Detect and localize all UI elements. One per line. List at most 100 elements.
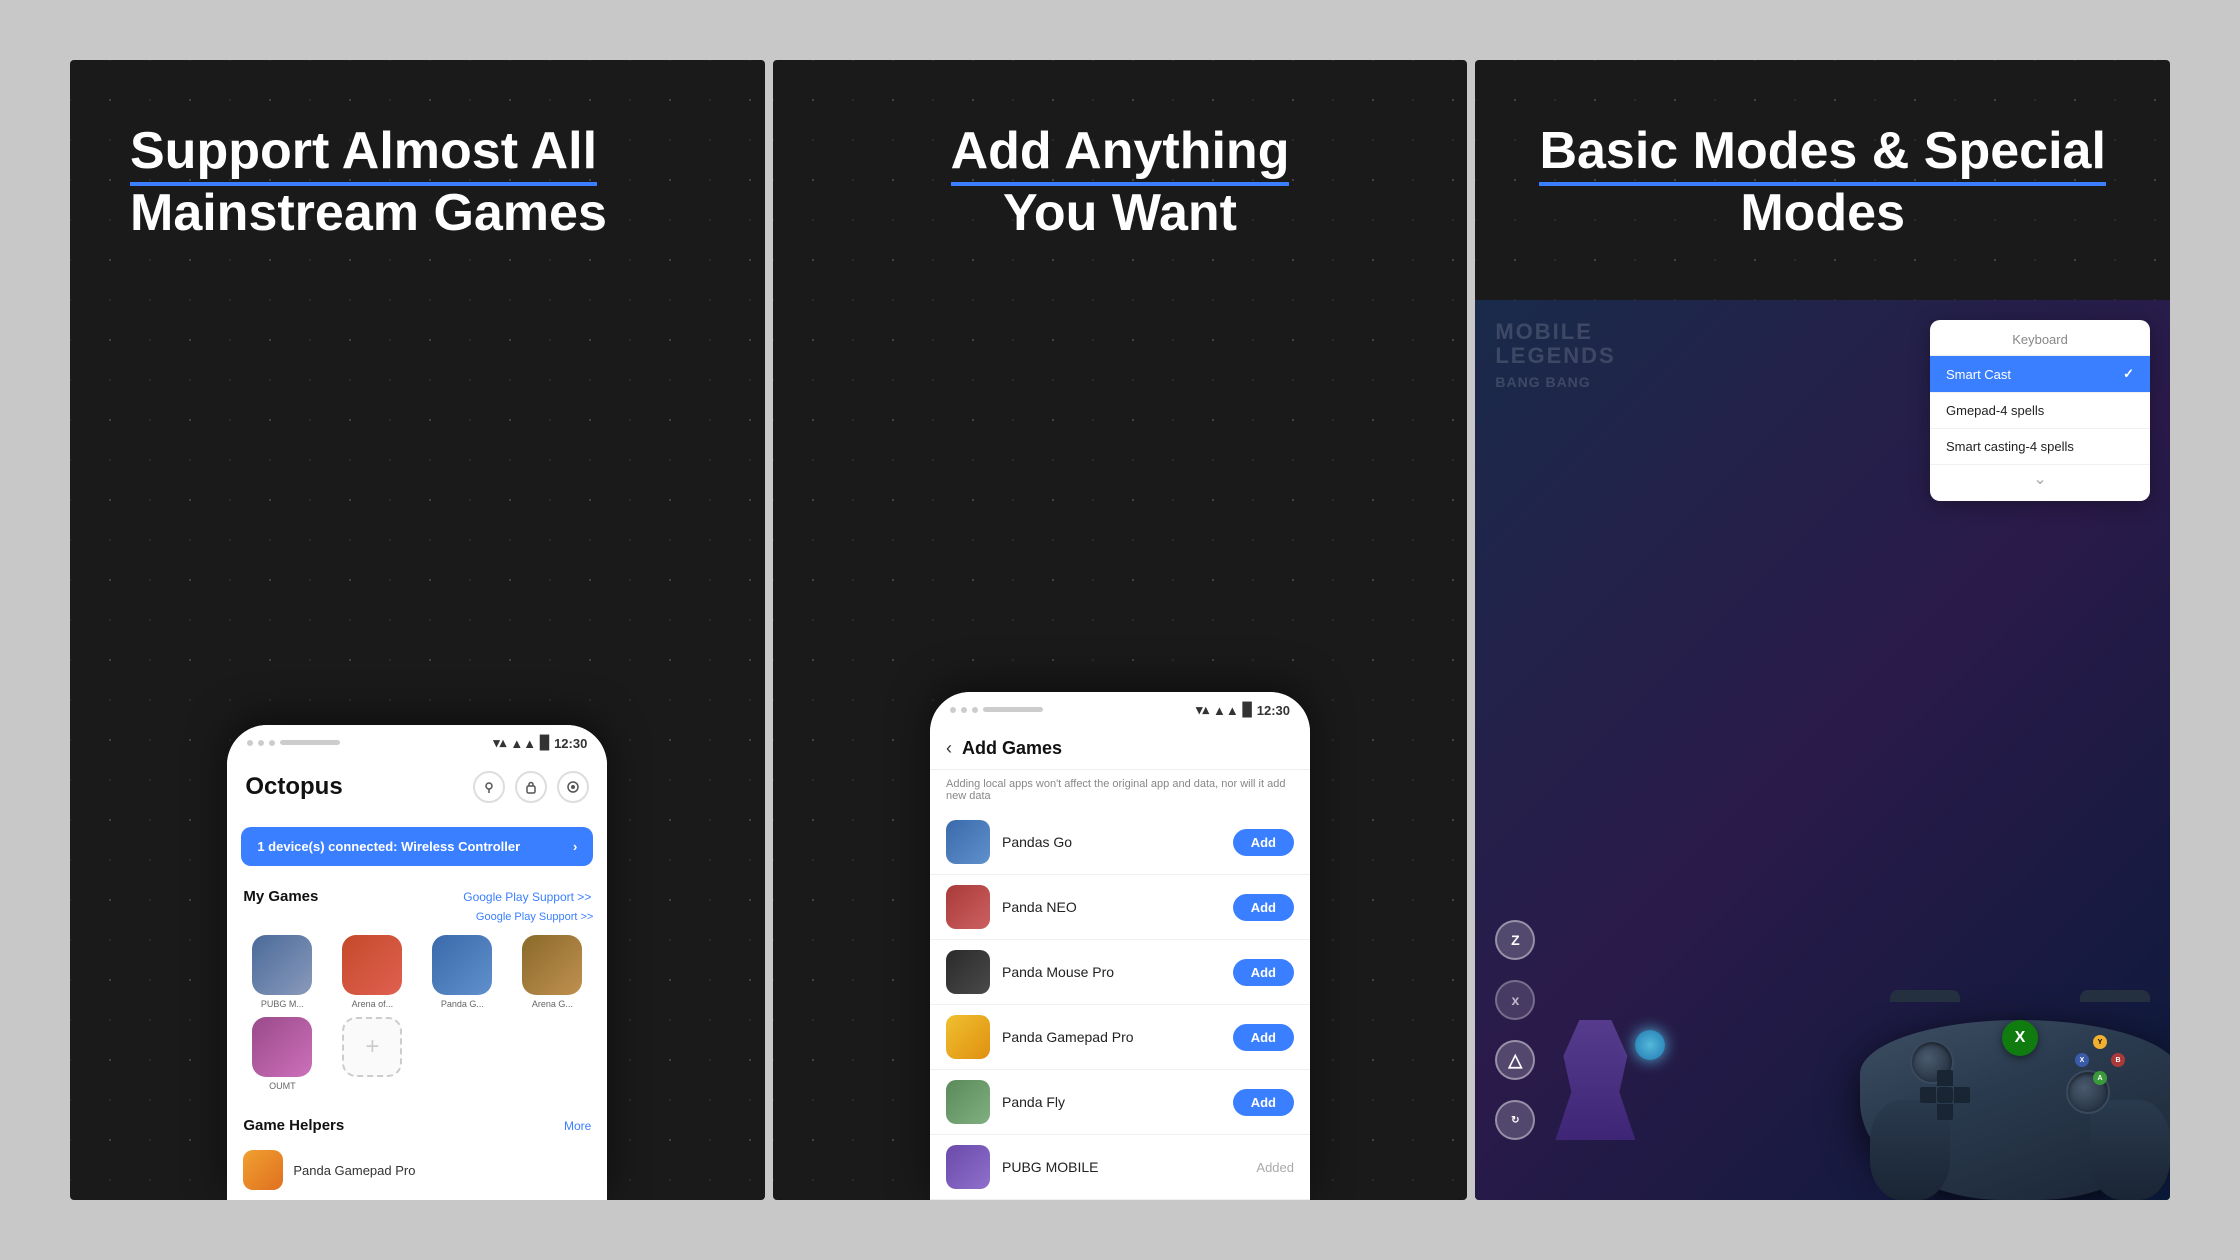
game-list-name-3: Panda Mouse Pro [1002,964,1221,980]
dot-2 [258,740,264,746]
phone-mockup-1: ▾▴ ▲▲ ▉ 12:30 Octopus [227,725,607,1200]
game-helpers-header: Game Helpers More [227,1105,607,1140]
wifi-icon-2: ▾▴ [1196,702,1209,718]
control-btn-rotate[interactable]: ↻ [1495,1100,1535,1140]
time-display-1: 12:30 [554,736,587,751]
location-btn[interactable] [473,771,505,803]
add-game-placeholder: + [342,1017,402,1077]
modes-content: MOBILELEGENDSBANG BANG Keyboard Smart Ca… [1475,300,2170,1200]
game-icon-pubg[interactable]: PUBG M... [241,935,323,1009]
chevron-right-icon: › [573,839,577,854]
control-btn-x[interactable]: x [1495,980,1535,1020]
game-grid-2: OUMT + [227,1017,607,1099]
control-dpad-up[interactable]: △ [1495,1040,1535,1080]
game-list-icon-3 [946,950,990,994]
lock-btn[interactable] [515,771,547,803]
main-container: Support Almost All Mainstream Games ▾▴ ▲… [70,60,2170,1200]
game-list-name-6: PUBG MOBILE [1002,1159,1244,1175]
phone-line-2 [983,707,1043,712]
app-title-1: Octopus [245,773,342,801]
game-label-1: PUBG M... [261,999,304,1009]
game-helpers-label: Game Helpers [243,1117,344,1134]
panel-1-header: Support Almost All Mainstream Games [70,60,765,275]
dropdown-title: Keyboard [1930,328,2150,356]
game-list-name-5: Panda Fly [1002,1094,1221,1110]
google-play-text[interactable]: Google Play Support >> [476,911,593,923]
game-label-4: Arena G... [532,999,573,1009]
phone-status-bar-1: ▾▴ ▲▲ ▉ 12:30 [227,725,607,757]
mode-item-gmepad[interactable]: Gmepad-4 spells [1930,393,2150,429]
game-label-2: Arena of... [352,999,394,1009]
phone-status-icons-1: ▾▴ ▲▲ ▉ 12:30 [493,735,587,751]
controller-image: X [1830,940,2170,1200]
mode-item-smart-cast[interactable]: Smart Cast ✓ [1930,356,2150,393]
game-icon-oumt[interactable]: OUMT [241,1017,323,1091]
game-screenshot: MOBILELEGENDSBANG BANG Keyboard Smart Ca… [1475,300,2170,1200]
panel-1-title: Support Almost All Mainstream Games [130,120,705,245]
my-games-label: My Games [243,888,318,905]
helper-name-1: Panda Gamepad Pro [293,1163,415,1178]
battery-icon-2: ▉ [1243,702,1253,718]
panel-3-title-line1: Basic Modes & Special [1539,122,2105,186]
add-games-header: ‹ Add Games [930,724,1310,770]
ability-indicator [1635,1030,1665,1060]
xbox-logo: X [2002,1020,2038,1056]
game-list-icon-2 [946,885,990,929]
panel-modes: Basic Modes & Special Modes MOBILELEGEND… [1475,60,2170,1200]
game-list-item-3[interactable]: Panda Mouse Pro Add [930,940,1310,1005]
mode-check-icon: ✓ [2123,366,2134,382]
game-icon-img-1 [252,935,312,995]
game-helper-item-1[interactable]: Panda Gamepad Pro [227,1140,607,1200]
my-games-header: My Games Google Play Support >> [227,876,607,911]
add-btn-5[interactable]: Add [1233,1089,1294,1116]
add-btn-4[interactable]: Add [1233,1024,1294,1051]
panel-3-header: Basic Modes & Special Modes [1475,60,2170,275]
game-list-icon-4 [946,1015,990,1059]
game-list-item-1[interactable]: Pandas Go Add [930,810,1310,875]
game-list-icon-5 [946,1080,990,1124]
more-link[interactable]: More [564,1119,591,1133]
phone-status-bar-2: ▾▴ ▲▲ ▉ 12:30 [930,692,1310,724]
add-games-title: Add Games [962,738,1062,759]
game-controls: Z x △ ↻ [1495,920,1535,1140]
record-btn[interactable] [557,771,589,803]
wifi-icon: ▾▴ [493,735,506,751]
game-icon-img-5 [252,1017,312,1077]
app-icons-1 [473,771,589,803]
mode-item-smart-casting[interactable]: Smart casting-4 spells [1930,429,2150,465]
phone-dots-1 [247,740,340,746]
panel-support-games: Support Almost All Mainstream Games ▾▴ ▲… [70,60,765,1200]
added-label-6: Added [1256,1160,1294,1175]
game-list-name-2: Panda NEO [1002,899,1221,915]
game-list-name-1: Pandas Go [1002,834,1221,850]
game-list-item-4[interactable]: Panda Gamepad Pro Add [930,1005,1310,1070]
add-game-btn[interactable]: + [331,1017,413,1091]
game-icon-arena1[interactable]: Arena of... [331,935,413,1009]
dot-6 [972,707,978,713]
chevron-down-icon: ⌄ [1930,465,2150,493]
add-btn-3[interactable]: Add [1233,959,1294,986]
game-label-5: OUMT [269,1081,296,1091]
mode-label-2: Gmepad-4 spells [1946,403,2044,418]
back-arrow-icon[interactable]: ‹ [946,738,952,759]
add-btn-2[interactable]: Add [1233,894,1294,921]
panel-2-title-line1: Add Anything [951,122,1290,186]
add-btn-1[interactable]: Add [1233,829,1294,856]
game-grid-1: PUBG M... Arena of... Panda G... Arena G… [227,927,607,1017]
connected-banner[interactable]: 1 device(s) connected: Wireless Controll… [241,827,593,866]
game-list-item-5[interactable]: Panda Fly Add [930,1070,1310,1135]
phone-line-1 [280,740,340,745]
control-btn-z[interactable]: Z [1495,920,1535,960]
game-list-item-2[interactable]: Panda NEO Add [930,875,1310,940]
game-icon-panda[interactable]: Panda G... [421,935,503,1009]
connected-text: 1 device(s) connected: Wireless Controll… [257,839,520,854]
game-list-icon-6 [946,1145,990,1189]
google-play-link[interactable]: Google Play Support >> [463,890,591,904]
game-icon-arena2[interactable]: Arena G... [511,935,593,1009]
panel-3-title: Basic Modes & Special Modes [1535,120,2110,245]
game-label-3: Panda G... [441,999,484,1009]
game-icon-img-2 [342,935,402,995]
char-silhouette [1555,1020,1635,1140]
phone-dots-2 [950,707,1043,713]
dot-3 [269,740,275,746]
